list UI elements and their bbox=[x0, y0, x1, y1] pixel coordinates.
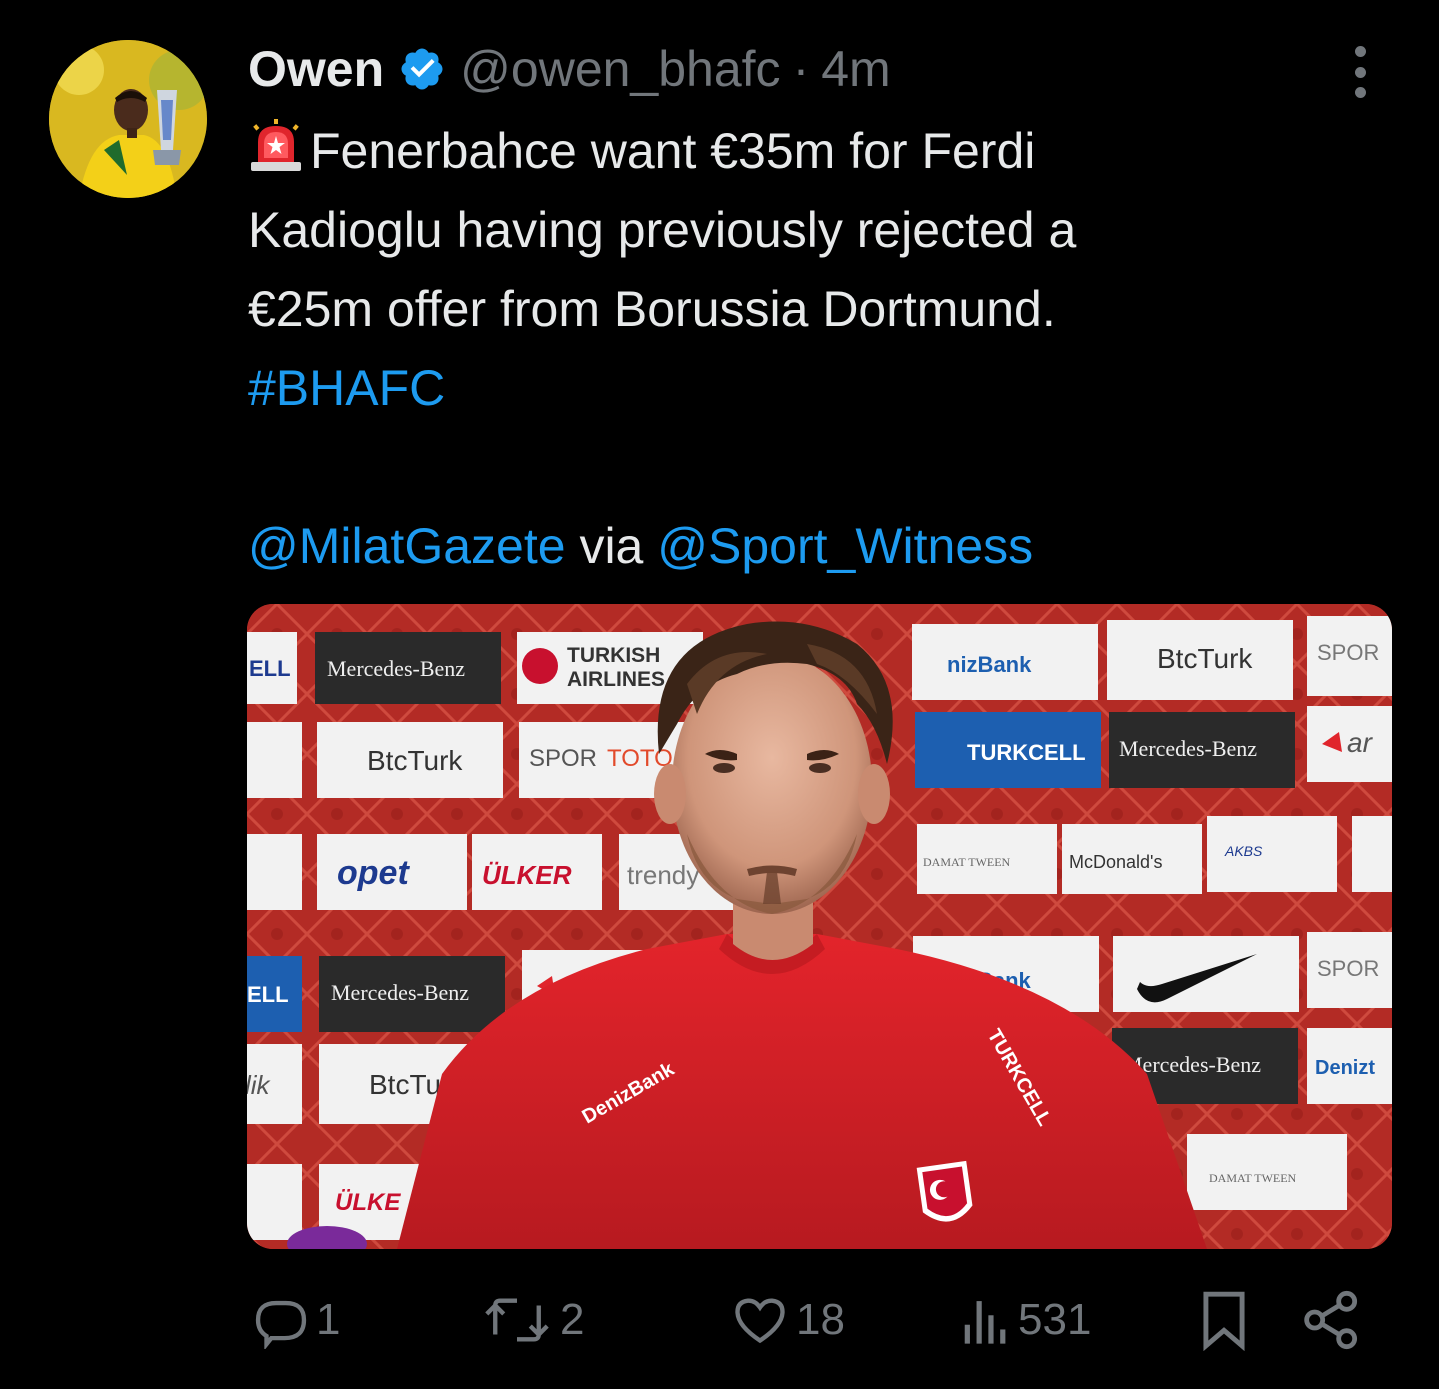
handle[interactable]: @owen_bhafc bbox=[460, 40, 780, 98]
sponsor-row4-4: SPOR bbox=[1317, 956, 1379, 981]
sponsor-row1-4: nizBank bbox=[947, 652, 1032, 677]
bookmark-button[interactable] bbox=[1198, 1285, 1250, 1355]
display-name[interactable]: Owen bbox=[248, 40, 384, 98]
share-button[interactable] bbox=[1300, 1285, 1364, 1355]
sponsor-row6-1: DAMAT TWEEN bbox=[1209, 1171, 1297, 1185]
views-count: 531 bbox=[1018, 1295, 1092, 1344]
tweet-header: Owen @owen_bhafc · 4m bbox=[248, 38, 891, 100]
sponsor-row5-3: Denizt bbox=[1315, 1057, 1375, 1079]
sponsor-row3-1: ÜLKER bbox=[482, 860, 572, 890]
repost-count: 2 bbox=[560, 1295, 585, 1344]
tweet-line-3: €25m offer from Borussia Dortmund. bbox=[248, 281, 1056, 337]
via-text: via bbox=[579, 518, 644, 574]
sponsor-row3-4: McDonald's bbox=[1069, 852, 1162, 872]
like-button[interactable]: 18 bbox=[730, 1285, 845, 1355]
sponsor-row6-0: ÜLKE bbox=[335, 1189, 401, 1216]
sponsor-row1-2: TURKISH bbox=[567, 644, 660, 667]
tweet-text: Fenerbahce want €35m for Ferdi Kadioglu … bbox=[248, 112, 1328, 586]
sponsor-row5-0: lik bbox=[247, 1070, 272, 1100]
photo-image: ELL Mercedes-Benz TURKISH AIRLINES nizBa… bbox=[247, 604, 1392, 1249]
tweet-line-2: Kadioglu having previously rejected a bbox=[248, 202, 1077, 258]
tweet-actions: 1 2 18 531 bbox=[0, 1285, 1439, 1355]
tweet-line-1-text: Fenerbahce want €35m for Ferdi bbox=[310, 123, 1036, 179]
reply-icon bbox=[255, 1300, 307, 1349]
sponsor-row3-0: opet bbox=[337, 854, 410, 892]
repost-button[interactable]: 2 bbox=[480, 1285, 584, 1355]
tweet-line-1: Fenerbahce want €35m for Ferdi bbox=[248, 112, 1328, 191]
tweet-credits: @MilatGazete via @Sport_Witness bbox=[248, 507, 1328, 586]
hashtag-link[interactable]: #BHAFC bbox=[248, 360, 445, 416]
verified-badge-icon[interactable] bbox=[398, 45, 446, 93]
mention-link-milatgazete[interactable]: @MilatGazete bbox=[248, 518, 566, 574]
sponsor-row3-5: AKBS bbox=[1224, 843, 1263, 859]
reply-button[interactable]: 1 bbox=[252, 1285, 340, 1355]
sponsor-row4-0: ELL bbox=[247, 982, 289, 1007]
more-options-icon[interactable] bbox=[1338, 46, 1382, 98]
avatar-image bbox=[49, 40, 207, 198]
like-count: 18 bbox=[796, 1295, 845, 1344]
tweet-media-photo[interactable]: ELL Mercedes-Benz TURKISH AIRLINES nizBa… bbox=[247, 604, 1392, 1249]
sponsor-row2-3: TURKCELL bbox=[967, 740, 1086, 765]
tweet[interactable]: Owen @owen_bhafc · 4m Fenerbahce want €3… bbox=[0, 0, 1439, 1389]
bookmark-icon bbox=[1203, 1291, 1245, 1351]
mention-link-sport-witness[interactable]: @Sport_Witness bbox=[657, 518, 1033, 574]
share-icon bbox=[1304, 1290, 1358, 1350]
separator-dot: · bbox=[792, 41, 810, 97]
sponsor-row2-0: BtcTurk bbox=[367, 745, 463, 776]
sponsor-row1-5: BtcTurk bbox=[1157, 643, 1253, 674]
sponsor-row2-4: Mercedes-Benz bbox=[1119, 736, 1257, 761]
sponsor-row1-3: AIRLINES bbox=[567, 668, 665, 691]
sponsor-row3-3: DAMAT TWEEN bbox=[923, 855, 1011, 869]
sponsor-row1-0: ELL bbox=[249, 656, 291, 681]
views-bar-chart-icon bbox=[964, 1301, 1006, 1344]
sponsor-row1-1: Mercedes-Benz bbox=[327, 656, 465, 681]
views-button[interactable]: 531 bbox=[960, 1285, 1091, 1355]
avatar[interactable] bbox=[49, 40, 207, 198]
sponsor-row2-5: ar bbox=[1347, 727, 1374, 758]
heart-icon bbox=[735, 1298, 785, 1344]
sponsor-row3-2: trendy bbox=[627, 860, 699, 890]
reply-count: 1 bbox=[316, 1295, 341, 1344]
sponsor-row4-1: Mercedes-Benz bbox=[331, 980, 469, 1005]
sponsor-row1-6: SPOR bbox=[1317, 640, 1379, 665]
repost-icon bbox=[485, 1298, 549, 1342]
siren-icon bbox=[248, 118, 304, 174]
timestamp[interactable]: 4m bbox=[821, 40, 890, 98]
sponsor-row2-1: SPOR bbox=[529, 745, 597, 772]
